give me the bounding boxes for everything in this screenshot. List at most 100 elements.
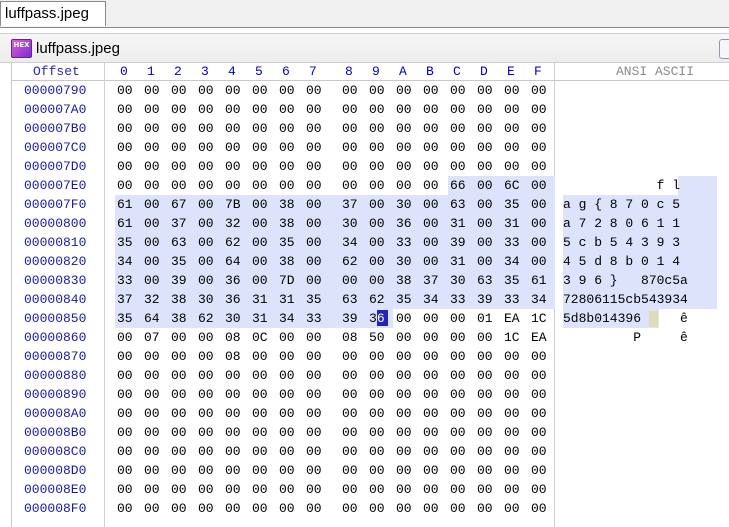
hex-byte[interactable]: 00 (369, 81, 393, 100)
hex-byte[interactable]: 00 (252, 347, 276, 366)
hex-byte[interactable]: 00 (342, 480, 366, 499)
hex-byte[interactable]: 00 (423, 176, 447, 195)
hex-byte[interactable]: 00 (306, 81, 330, 100)
hex-byte[interactable]: 00 (342, 385, 366, 404)
hex-byte[interactable]: 00 (198, 347, 222, 366)
hex-byte[interactable]: 00 (342, 271, 366, 290)
hex-byte[interactable]: 00 (369, 461, 393, 480)
hex-byte[interactable]: 00 (396, 81, 420, 100)
hex-byte[interactable]: 00 (531, 366, 555, 385)
hex-byte[interactable]: 38 (396, 271, 420, 290)
hex-byte[interactable]: 00 (396, 157, 420, 176)
hex-byte[interactable]: 00 (531, 119, 555, 138)
hex-byte[interactable]: 00 (252, 385, 276, 404)
hex-byte[interactable]: 00 (252, 138, 276, 157)
hex-byte[interactable]: 30 (396, 195, 420, 214)
hex-byte[interactable]: 00 (342, 176, 366, 195)
hex-byte[interactable]: 00 (306, 119, 330, 138)
hex-byte[interactable]: 63 (477, 271, 501, 290)
hex-byte[interactable]: 31 (252, 290, 276, 309)
hex-byte[interactable]: 00 (423, 214, 447, 233)
hex-byte[interactable]: 00 (477, 119, 501, 138)
hex-byte[interactable]: 00 (477, 100, 501, 119)
hex-byte[interactable]: 00 (396, 442, 420, 461)
hex-byte[interactable]: 00 (279, 157, 303, 176)
hex-byte[interactable]: 00 (144, 423, 168, 442)
hex-byte[interactable]: 00 (477, 423, 501, 442)
hex-byte[interactable]: 00 (504, 119, 528, 138)
hex-byte[interactable]: 00 (144, 119, 168, 138)
hex-byte[interactable]: 00 (306, 328, 330, 347)
hex-byte[interactable]: 00 (396, 119, 420, 138)
hex-byte[interactable]: 00 (531, 233, 555, 252)
hex-byte[interactable]: 00 (369, 138, 393, 157)
hex-byte[interactable]: 50 (369, 328, 393, 347)
hex-byte[interactable]: 00 (306, 442, 330, 461)
hex-byte[interactable]: 00 (225, 157, 249, 176)
hex-byte[interactable]: 00 (342, 347, 366, 366)
hex-byte[interactable]: 00 (171, 347, 195, 366)
hex-byte[interactable]: 35 (396, 290, 420, 309)
hex-byte[interactable]: 00 (423, 404, 447, 423)
hex-byte[interactable]: 07 (144, 328, 168, 347)
hex-byte[interactable]: 34 (531, 290, 555, 309)
hex-byte[interactable]: 00 (117, 461, 141, 480)
hex-byte[interactable]: 00 (477, 404, 501, 423)
hex-byte[interactable]: 00 (306, 252, 330, 271)
hex-byte[interactable]: 64 (144, 309, 168, 328)
hex-byte[interactable]: 00 (279, 423, 303, 442)
hex-byte[interactable]: 00 (171, 423, 195, 442)
ascii-text[interactable]: P ê (563, 328, 688, 347)
hex-byte[interactable]: 00 (144, 138, 168, 157)
hex-byte[interactable]: 00 (369, 423, 393, 442)
hex-byte[interactable]: 62 (198, 309, 222, 328)
hex-byte[interactable]: 00 (342, 461, 366, 480)
hex-byte[interactable]: 00 (423, 100, 447, 119)
hex-byte[interactable]: 00 (423, 366, 447, 385)
hex-byte[interactable]: 00 (225, 499, 249, 518)
hex-byte[interactable]: 00 (252, 252, 276, 271)
hex-byte[interactable]: 35 (504, 195, 528, 214)
hex-byte[interactable]: 00 (252, 81, 276, 100)
hex-byte[interactable]: 34 (117, 252, 141, 271)
hex-byte[interactable]: 00 (279, 347, 303, 366)
hex-byte[interactable]: 00 (306, 480, 330, 499)
hex-byte[interactable]: 00 (369, 195, 393, 214)
hex-byte[interactable]: 00 (198, 214, 222, 233)
hex-byte[interactable]: 00 (144, 461, 168, 480)
hex-byte[interactable]: 00 (423, 252, 447, 271)
hex-byte[interactable]: 34 (342, 233, 366, 252)
hex-byte[interactable]: 00 (423, 233, 447, 252)
hex-byte[interactable]: 00 (423, 309, 447, 328)
hex-byte[interactable]: 00 (450, 309, 474, 328)
hex-byte[interactable]: 00 (279, 442, 303, 461)
hex-byte[interactable]: 34 (279, 309, 303, 328)
hex-byte[interactable]: 00 (504, 347, 528, 366)
hex-byte[interactable]: 00 (450, 499, 474, 518)
hex-byte[interactable]: 35 (171, 252, 195, 271)
hex-byte[interactable]: 67 (171, 195, 195, 214)
hex-byte[interactable]: 00 (279, 328, 303, 347)
hex-byte[interactable]: 00 (477, 157, 501, 176)
hex-byte[interactable]: 00 (252, 233, 276, 252)
hex-byte[interactable]: 00 (279, 100, 303, 119)
hex-byte[interactable]: 00 (477, 499, 501, 518)
hex-byte[interactable]: 00 (117, 100, 141, 119)
hex-byte[interactable]: 00 (477, 233, 501, 252)
hex-byte[interactable]: 00 (477, 138, 501, 157)
hex-byte[interactable]: 00 (369, 480, 393, 499)
hex-byte[interactable]: 00 (531, 404, 555, 423)
hex-byte[interactable]: 00 (342, 138, 366, 157)
hex-byte[interactable]: 00 (144, 366, 168, 385)
hex-byte[interactable]: 00 (279, 81, 303, 100)
hex-byte[interactable]: 00 (396, 480, 420, 499)
hex-byte[interactable]: 00 (225, 176, 249, 195)
hex-byte[interactable]: 38 (279, 214, 303, 233)
hex-byte[interactable]: 35 (504, 271, 528, 290)
hex-byte[interactable]: 00 (531, 347, 555, 366)
hex-byte[interactable]: 33 (396, 233, 420, 252)
hex-byte[interactable]: 64 (225, 252, 249, 271)
hex-byte[interactable]: 00 (450, 480, 474, 499)
hex-byte[interactable]: 00 (198, 385, 222, 404)
hex-byte[interactable]: 00 (504, 423, 528, 442)
